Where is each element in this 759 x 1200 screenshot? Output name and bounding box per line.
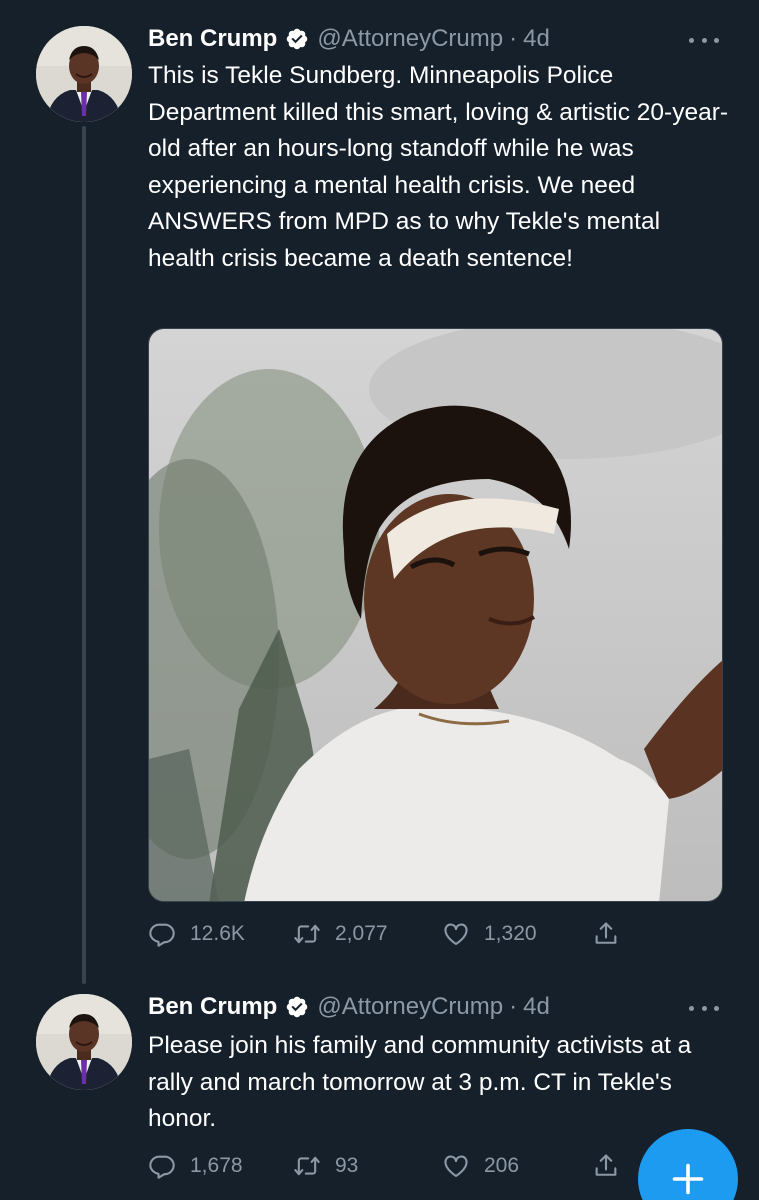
reply-icon: [149, 923, 175, 947]
like-button[interactable]: 1,320: [442, 916, 537, 952]
reply-count: 12.6K: [190, 922, 245, 945]
reply-icon: [149, 1155, 175, 1179]
share-button[interactable]: [592, 1148, 620, 1184]
timestamp[interactable]: 4d: [523, 25, 550, 53]
more-icon[interactable]: [689, 28, 719, 52]
share-icon: [595, 1154, 617, 1176]
author-name[interactable]: Ben Crump: [148, 993, 277, 1021]
reply-count: 1,678: [190, 1154, 243, 1177]
tweet-actions: 12.6K 2,077 1,320: [148, 916, 628, 952]
tweet-header: Ben Crump @AttorneyCrump · 4d: [148, 990, 729, 1024]
like-count: 206: [484, 1154, 520, 1177]
profile-photo: [36, 994, 132, 1090]
retweet-count: 93: [335, 1154, 359, 1177]
reply-button[interactable]: 12.6K: [148, 916, 245, 952]
tweet-text: Please join his family and community act…: [148, 1032, 692, 1132]
share-icon: [595, 922, 617, 944]
timestamp[interactable]: 4d: [523, 993, 550, 1021]
author-handle[interactable]: @AttorneyCrump: [317, 25, 503, 53]
heart-icon: [444, 923, 468, 945]
tweet-photo[interactable]: [148, 328, 723, 902]
tweet-header: Ben Crump @AttorneyCrump · 4d: [148, 22, 729, 56]
avatar[interactable]: [36, 26, 132, 122]
like-count: 1,320: [484, 922, 537, 945]
separator-dot: ·: [509, 25, 518, 52]
verified-badge-icon: [285, 995, 309, 1019]
separator-dot: ·: [509, 993, 518, 1020]
like-button[interactable]: 206: [442, 1148, 519, 1184]
avatar[interactable]: [36, 994, 132, 1090]
retweet-count: 2,077: [335, 922, 388, 945]
more-icon[interactable]: [689, 996, 719, 1020]
timeline: Ben Crump @AttorneyCrump · 4d This is Te…: [0, 0, 759, 1200]
reply-button[interactable]: 1,678: [148, 1148, 243, 1184]
author-handle[interactable]: @AttorneyCrump: [317, 993, 503, 1021]
retweet-icon: [294, 924, 320, 944]
share-button[interactable]: [592, 916, 620, 952]
plus-icon: [672, 1163, 704, 1195]
photo-young-man-with-bandana: [149, 329, 722, 901]
retweet-button[interactable]: 2,077: [293, 916, 388, 952]
retweet-icon: [294, 1156, 320, 1176]
tweet[interactable]: Ben Crump @AttorneyCrump · 4d This is Te…: [0, 0, 759, 970]
tweet-actions: 1,678 93 206: [148, 1148, 628, 1184]
verified-badge-icon: [285, 27, 309, 51]
tweet-text: This is Tekle Sundberg. Minneapolis Poli…: [148, 62, 729, 272]
profile-photo: [36, 26, 132, 122]
heart-icon: [444, 1155, 468, 1177]
retweet-button[interactable]: 93: [293, 1148, 358, 1184]
author-name[interactable]: Ben Crump: [148, 25, 277, 53]
